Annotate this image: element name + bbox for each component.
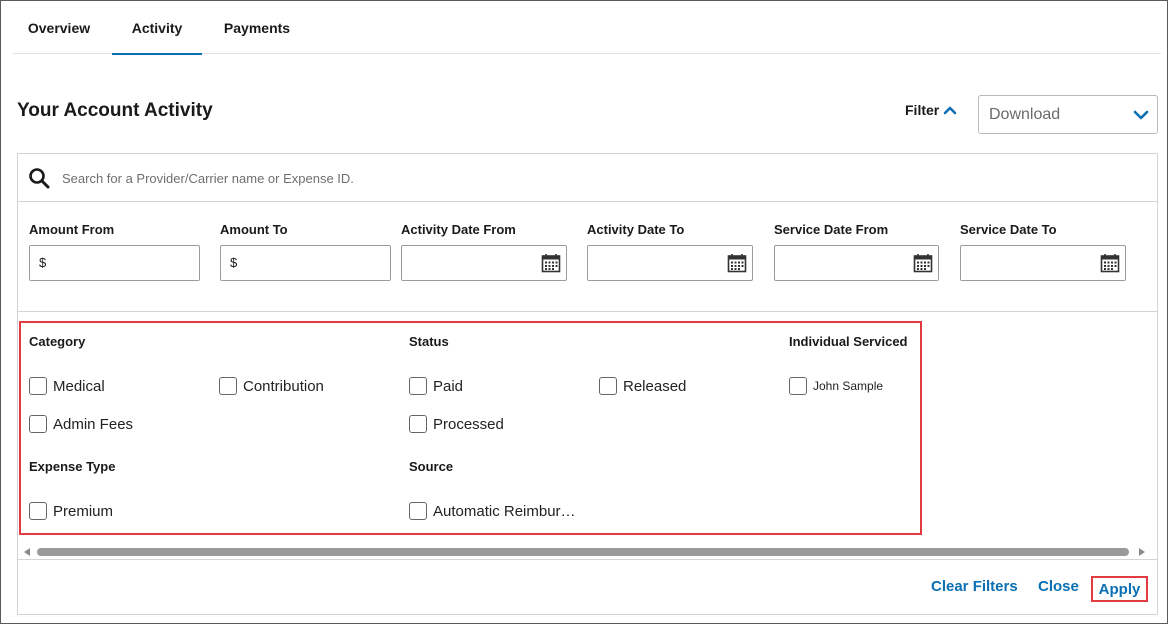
service-date-from-field[interactable] xyxy=(774,245,939,281)
amount-to-field[interactable]: $ xyxy=(220,245,391,281)
scrollbar-thumb[interactable] xyxy=(37,548,1129,556)
checkbox-processed-label: Processed xyxy=(433,415,504,433)
service-date-to-field[interactable] xyxy=(960,245,1126,281)
calendar-icon[interactable] xyxy=(727,253,747,273)
checkbox-john-sample[interactable]: John Sample xyxy=(789,377,883,395)
source-title: Source xyxy=(409,459,454,474)
checkbox-automatic-reimbursement-label: Automatic Reimbur… xyxy=(433,502,576,520)
calendar-icon[interactable] xyxy=(913,253,933,273)
checkbox-box[interactable] xyxy=(409,377,427,395)
calendar-icon[interactable] xyxy=(1100,253,1120,273)
tab-overview-label: Overview xyxy=(27,19,91,36)
checkbox-box[interactable] xyxy=(219,377,237,395)
download-select[interactable]: Download xyxy=(978,95,1158,134)
checkbox-box[interactable] xyxy=(409,502,427,520)
search-icon xyxy=(29,168,50,189)
checkbox-released-label: Released xyxy=(623,377,687,395)
amount-to-label: Amount To xyxy=(220,222,288,237)
activity-date-from-label: Activity Date From xyxy=(401,222,516,237)
page-title: Your Account Activity xyxy=(17,100,213,121)
app-frame: Overview Activity Payments Your Account … xyxy=(0,0,1168,624)
checkbox-processed[interactable]: Processed xyxy=(409,415,504,433)
tab-payments-label: Payments xyxy=(223,19,291,36)
checkbox-admin-fees[interactable]: Admin Fees xyxy=(29,415,133,433)
checkbox-automatic-reimbursement[interactable]: Automatic Reimbur… xyxy=(409,502,576,520)
panel-divider xyxy=(18,311,1157,312)
clear-filters-button[interactable]: Clear Filters xyxy=(931,578,1018,595)
checkbox-paid-label: Paid xyxy=(433,377,464,395)
checkbox-box[interactable] xyxy=(789,377,807,395)
amount-to-prefix: $ xyxy=(230,255,238,270)
horizontal-scrollbar[interactable] xyxy=(20,545,1157,558)
scroll-right-arrow-icon[interactable] xyxy=(1139,548,1145,556)
chevron-down-icon xyxy=(1133,110,1149,120)
checkbox-contribution[interactable]: Contribution xyxy=(219,377,324,395)
checkbox-box[interactable] xyxy=(599,377,617,395)
individual-serviced-title: Individual Serviced xyxy=(789,334,908,349)
tab-overview[interactable]: Overview xyxy=(13,1,105,54)
checkbox-box[interactable] xyxy=(29,415,47,433)
tab-activity[interactable]: Activity xyxy=(112,1,202,55)
checkbox-box[interactable] xyxy=(29,377,47,395)
search-input[interactable] xyxy=(62,167,662,189)
checkbox-premium[interactable]: Premium xyxy=(29,502,113,520)
search-row xyxy=(18,154,1157,202)
checkbox-box[interactable] xyxy=(29,502,47,520)
tab-activity-label: Activity xyxy=(131,19,183,36)
tab-bar: Overview Activity Payments xyxy=(13,1,1161,55)
footer-divider xyxy=(18,559,1157,560)
activity-date-to-label: Activity Date To xyxy=(587,222,685,237)
filter-toggle[interactable]: Filter xyxy=(905,102,957,118)
activity-date-to-field[interactable] xyxy=(587,245,753,281)
checkbox-paid[interactable]: Paid xyxy=(409,377,463,395)
tab-payments[interactable]: Payments xyxy=(212,1,302,54)
apply-button-highlight: Apply xyxy=(1091,576,1148,602)
checkbox-medical[interactable]: Medical xyxy=(29,377,105,395)
calendar-icon[interactable] xyxy=(541,253,561,273)
filter-panel: Amount From $ Amount To $ Activity Date … xyxy=(17,153,1158,615)
checkbox-premium-label: Premium xyxy=(53,502,114,520)
download-select-value: Download xyxy=(989,105,1061,123)
amount-from-label: Amount From xyxy=(29,222,115,237)
amount-from-field[interactable]: $ xyxy=(29,245,200,281)
close-button[interactable]: Close xyxy=(1038,578,1079,595)
amount-from-prefix: $ xyxy=(39,255,47,270)
filter-toggle-label: Filter xyxy=(905,102,940,118)
expense-type-title: Expense Type xyxy=(29,459,116,474)
checkbox-medical-label: Medical xyxy=(53,377,105,395)
checkbox-released[interactable]: Released xyxy=(599,377,686,395)
checkbox-admin-fees-label: Admin Fees xyxy=(53,415,134,433)
checkbox-box[interactable] xyxy=(409,415,427,433)
checkbox-contribution-label: Contribution xyxy=(243,377,324,395)
apply-button[interactable]: Apply xyxy=(1099,581,1141,598)
service-date-to-label: Service Date To xyxy=(960,222,1057,237)
checkbox-john-sample-label: John Sample xyxy=(813,379,884,393)
chevron-up-icon xyxy=(943,106,957,115)
scroll-left-arrow-icon[interactable] xyxy=(24,548,30,556)
status-title: Status xyxy=(409,334,449,349)
category-title: Category xyxy=(29,334,86,349)
activity-date-from-field[interactable] xyxy=(401,245,567,281)
service-date-from-label: Service Date From xyxy=(774,222,889,237)
